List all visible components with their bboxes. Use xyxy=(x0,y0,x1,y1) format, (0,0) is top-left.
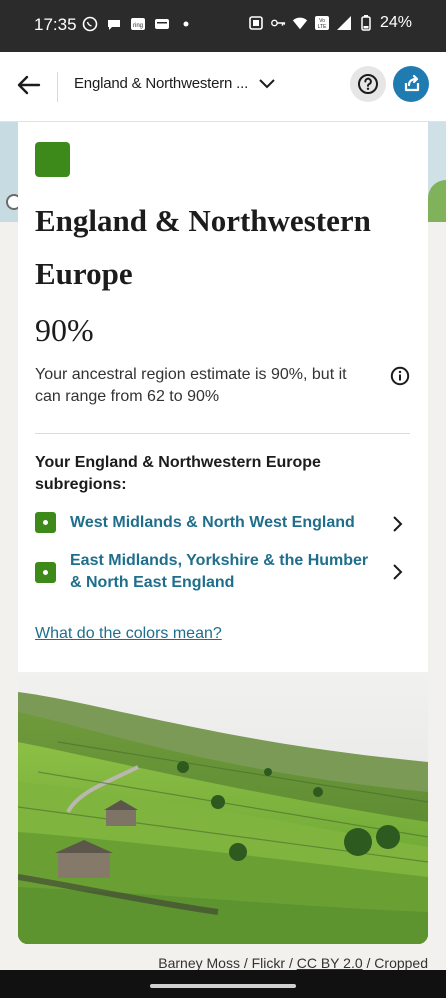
key-icon xyxy=(270,15,286,31)
info-icon xyxy=(390,366,410,386)
wifi-icon xyxy=(292,15,308,31)
message-icon xyxy=(154,16,170,32)
app-header: England & Northwestern ... xyxy=(0,52,446,122)
share-button[interactable] xyxy=(393,66,429,102)
license-link[interactable]: CC BY 2.0 xyxy=(297,955,363,971)
ring-icon: ring xyxy=(130,16,146,32)
whatsapp-icon xyxy=(82,16,98,32)
region-color-swatch xyxy=(35,142,70,177)
home-gesture-handle[interactable] xyxy=(150,984,296,988)
map-land xyxy=(428,180,446,222)
region-card: England & Northwestern Europe 90% Your a… xyxy=(18,122,428,944)
status-bar: 17:35 ring Vo LTE 24% xyxy=(0,0,446,52)
estimate-text: Your ancestral region estimate is 90%, b… xyxy=(35,366,347,405)
subregions-heading: Your England & Northwestern Europe subre… xyxy=(35,454,321,493)
status-right-icons: Vo LTE 24% xyxy=(248,14,412,32)
battery-percent: 24% xyxy=(379,14,412,31)
photo-credit-suffix: / Cropped xyxy=(362,955,429,971)
subregion-color-icon xyxy=(35,512,56,533)
battery-icon xyxy=(358,15,374,31)
subregion-item[interactable]: East Midlands, Yorkshire & the Humber & … xyxy=(35,550,410,594)
photo-credit: Barney Moss / Flickr / CC BY 2.0 / Cropp… xyxy=(158,955,428,971)
map-background-right xyxy=(428,122,446,222)
svg-text:ring: ring xyxy=(133,23,143,29)
subregion-label: East Midlands, Yorkshire & the Humber & … xyxy=(70,552,369,591)
share-icon xyxy=(404,74,420,92)
colors-meaning-link[interactable]: What do the colors mean? xyxy=(35,625,222,643)
system-nav-bar xyxy=(0,970,446,998)
back-button[interactable] xyxy=(14,70,44,100)
landscape-photo xyxy=(18,672,428,944)
cast-icon xyxy=(248,15,264,31)
subregion-color-icon xyxy=(35,562,56,583)
region-title: England & Northwestern Europe xyxy=(35,203,371,291)
header-divider xyxy=(57,72,58,102)
chevron-right-icon xyxy=(393,516,403,532)
subregion-label: West Midlands & North West England xyxy=(70,514,355,531)
info-button[interactable] xyxy=(390,366,410,386)
svg-text:LTE: LTE xyxy=(318,24,327,30)
region-dropdown-label: England & Northwestern ... xyxy=(74,75,249,92)
status-left-icons: ring xyxy=(82,16,194,32)
region-percent: 90% xyxy=(35,312,94,348)
section-divider xyxy=(35,433,410,434)
dot-icon xyxy=(178,16,194,32)
chevron-right-icon xyxy=(393,564,403,580)
map-background-left xyxy=(0,122,22,222)
status-time: 17:35 xyxy=(34,15,77,34)
photo-credit-author: Barney Moss / Flickr / xyxy=(158,955,297,971)
question-icon xyxy=(358,74,378,94)
help-button[interactable] xyxy=(350,66,386,102)
volte-icon: Vo LTE xyxy=(314,15,330,31)
signal-icon xyxy=(336,15,352,31)
region-dropdown[interactable]: England & Northwestern ... xyxy=(74,75,276,92)
chat-icon xyxy=(106,16,122,32)
subregion-item[interactable]: West Midlands & North West England xyxy=(35,512,410,534)
chevron-down-icon xyxy=(259,78,275,88)
arrow-left-icon xyxy=(17,75,41,95)
